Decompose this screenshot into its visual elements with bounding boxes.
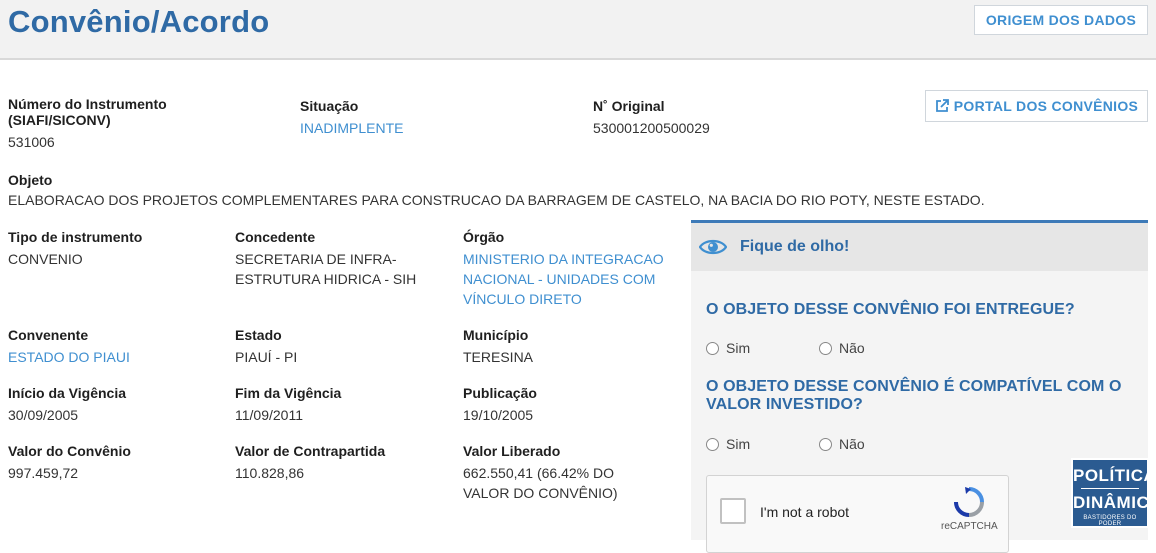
origin-data-button[interactable]: ORIGEM DOS DADOS	[974, 5, 1148, 35]
municipio: Município TERESINA	[463, 325, 533, 367]
estado-value: PIAUÍ - PI	[235, 349, 298, 365]
publicacao-label: Publicação	[463, 385, 537, 401]
objeto-value: ELABORACAO DOS PROJETOS COMPLEMENTARES P…	[8, 192, 985, 208]
radio-circle	[819, 341, 832, 355]
radio-label-sim: Sim	[726, 340, 751, 356]
q1-radio-sim[interactable]: Sim	[706, 340, 750, 356]
recaptcha-logo-icon	[954, 487, 984, 517]
objeto-label: Objeto	[8, 172, 53, 188]
objeto: Objeto ELABORACAO DOS PROJETOS COMPLEMEN…	[8, 170, 1148, 210]
radio-label-nao: Não	[839, 436, 865, 452]
radio-label-nao: Não	[839, 340, 865, 356]
situacao-label: Situação	[300, 98, 359, 114]
municipio-label: Município	[463, 327, 529, 343]
liberado-label: Valor Liberado	[463, 443, 561, 459]
situacao-value[interactable]: INADIMPLENTE	[300, 118, 403, 138]
radio-label-sim: Sim	[726, 436, 751, 452]
tipo-instrumento: Tipo de instrumento CONVENIO	[8, 227, 223, 269]
situacao: Situação INADIMPLENTE	[300, 96, 403, 138]
question-compativel: O OBJETO DESSE CONVÊNIO É COMPATÍVEL COM…	[706, 378, 1122, 413]
panel-header: Fique de olho!	[691, 223, 1148, 271]
portal-button-label: PORTAL DOS CONVÊNIOS	[953, 98, 1139, 114]
convenente-label: Convenente	[8, 327, 89, 343]
valor-label: Valor do Convênio	[8, 443, 131, 459]
convenente: Convenente ESTADO DO PIAUI	[8, 325, 130, 367]
radio-circle	[706, 437, 719, 451]
tipo-label: Tipo de instrumento	[8, 229, 143, 245]
radio-circle	[819, 437, 832, 451]
orgao-value[interactable]: MINISTERIO DA INTEGRACAO NACIONAL - UNID…	[463, 249, 668, 309]
valor-value: 997.459,72	[8, 465, 79, 481]
fim-value: 11/09/2011	[235, 407, 303, 423]
orgao-label: Órgão	[463, 229, 505, 245]
valor-convenio: Valor do Convênio 997.459,72	[8, 441, 131, 483]
recaptcha-brand: reCAPTCHA	[941, 521, 998, 532]
external-link-icon	[935, 99, 949, 112]
inicio-value: 30/09/2005	[8, 407, 79, 423]
politica-dinamica-logo: POLÍTICA DINÂMICA BASTIDORES DO PODER	[1071, 458, 1156, 528]
logo-line2: DINÂMICA	[1073, 493, 1156, 512]
portal-convenios-button[interactable]: PORTAL DOS CONVÊNIOS	[925, 90, 1148, 122]
orgao: Órgão MINISTERIO DA INTEGRACAO NACIONAL …	[463, 227, 668, 309]
convenente-value[interactable]: ESTADO DO PIAUI	[8, 347, 130, 367]
fim-label: Fim da Vigência	[235, 385, 342, 401]
fim-vigencia: Fim da Vigência 11/09/2011	[235, 383, 341, 425]
valor-contrapartida: Valor de Contrapartida 110.828,86	[235, 441, 385, 483]
q1-radio-nao[interactable]: Não	[819, 340, 865, 356]
page-title: Convênio/Acordo	[8, 4, 270, 39]
panel-title: Fique de olho!	[740, 238, 850, 255]
q2-radio-nao[interactable]: Não	[819, 436, 865, 452]
publicacao-value: 19/10/2005	[463, 407, 534, 423]
recaptcha-label: I'm not a robot	[760, 504, 850, 520]
question-entregue: O OBJETO DESSE CONVÊNIO FOI ENTREGUE?	[706, 301, 1075, 318]
concedente: Concedente SECRETARIA DE INFRA-ESTRUTURA…	[235, 227, 435, 289]
municipio-value: TERESINA	[463, 349, 534, 365]
numero-instrumento: Número do Instrumento (SIAFI/SICONV) 531…	[8, 96, 208, 152]
concedente-label: Concedente	[235, 229, 316, 245]
radio-circle	[706, 341, 719, 355]
logo-tagline: BASTIDORES DO PODER	[1083, 515, 1137, 527]
numero-value: 531006	[8, 134, 55, 150]
page-header: Convênio/Acordo ORIGEM DOS DADOS	[0, 0, 1156, 60]
estado-label: Estado	[235, 327, 282, 343]
recaptcha-checkbox[interactable]	[720, 498, 746, 524]
publicacao: Publicação 19/10/2005	[463, 383, 537, 425]
logo-divider	[1081, 488, 1139, 489]
inicio-vigencia: Início da Vigência 30/09/2005	[8, 383, 126, 425]
original-label: N˚ Original	[593, 98, 665, 114]
logo-line1: POLÍTICA	[1073, 466, 1156, 485]
numero-original: N˚ Original 530001200500029	[593, 96, 710, 138]
contrapartida-value: 110.828,86	[235, 465, 305, 481]
tipo-value: CONVENIO	[8, 251, 83, 267]
valor-liberado: Valor Liberado 662.550,41 (66.42% DO VAL…	[463, 441, 648, 503]
original-value: 530001200500029	[593, 120, 710, 136]
recaptcha-widget: I'm not a robot reCAPTCHA	[706, 475, 1009, 553]
eye-icon	[699, 239, 727, 255]
inicio-label: Início da Vigência	[8, 385, 127, 401]
estado: Estado PIAUÍ - PI	[235, 325, 297, 367]
numero-label: Número do Instrumento (SIAFI/SICONV)	[8, 96, 167, 128]
contrapartida-label: Valor de Contrapartida	[235, 443, 386, 459]
concedente-value: SECRETARIA DE INFRA-ESTRUTURA HIDRICA - …	[235, 251, 417, 287]
liberado-value: 662.550,41 (66.42% DO VALOR DO CONVÊNIO)	[463, 465, 618, 501]
q2-radio-sim[interactable]: Sim	[706, 436, 750, 452]
